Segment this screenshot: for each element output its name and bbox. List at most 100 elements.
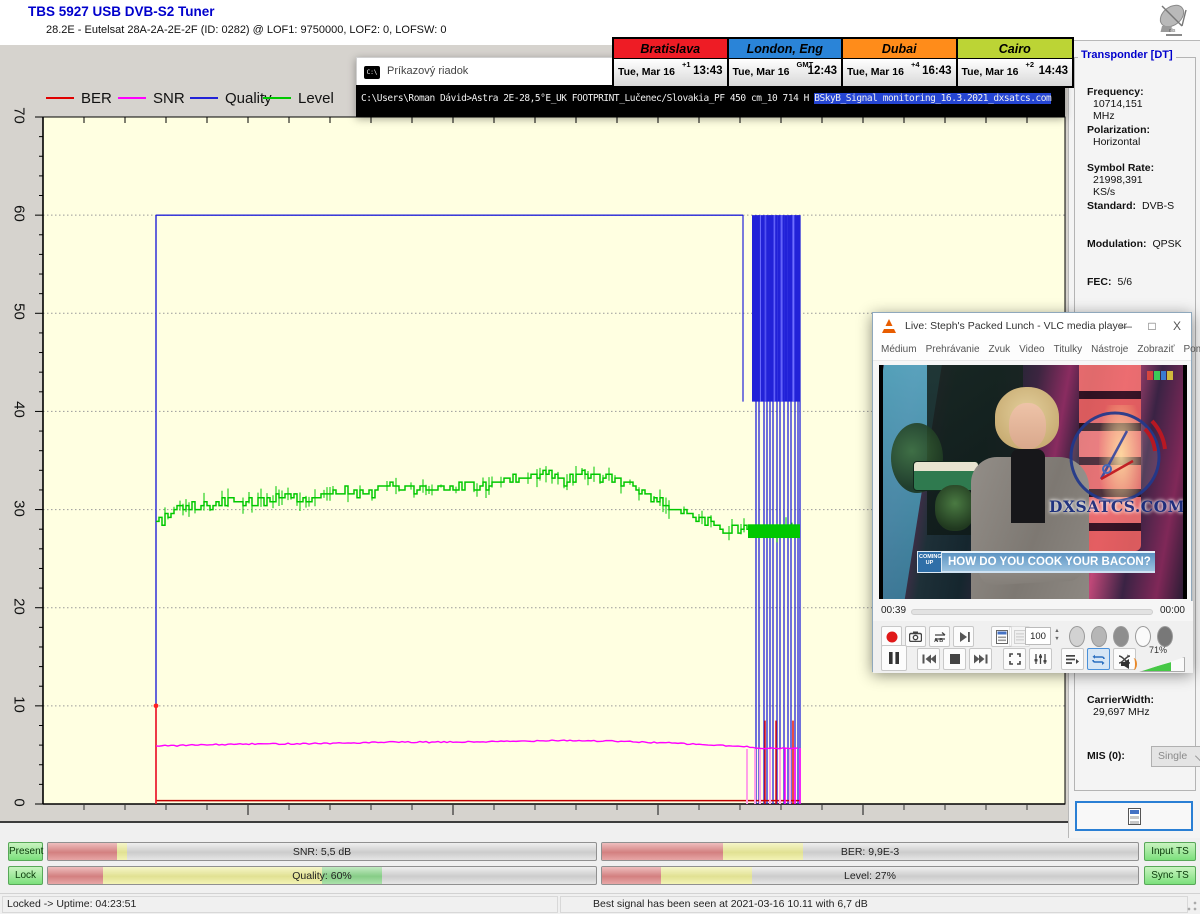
minimize-button[interactable]: — [1117, 319, 1135, 333]
extended-settings-button[interactable] [1029, 648, 1052, 670]
studio-plant [935, 485, 975, 531]
time-total: 00:00 [1160, 605, 1185, 616]
vlc-menubar: Médium Prehrávanie Zvuk Video Titulky Ná… [873, 340, 1191, 361]
menu-tools[interactable]: Nástroje [1091, 344, 1128, 355]
cmd-window-title: Príkazový riadok [387, 65, 468, 77]
field-modulation: Modulation: QPSK [1087, 238, 1200, 250]
vlc-window[interactable]: Live: Steph's Packed Lunch - VLC media p… [872, 312, 1192, 672]
svg-text:A B: A B [934, 638, 943, 643]
mis-dropdown[interactable]: Single [1151, 746, 1200, 767]
clock-city: Bratislava [614, 39, 727, 59]
cmd-console[interactable]: C:\Users\Roman Dávid>Astra 2E-28,5°E_UK … [356, 85, 1065, 117]
previous-button[interactable] [917, 648, 940, 670]
field-fec: FEC: 5/6 [1087, 276, 1200, 288]
indicator-oval-4[interactable] [1135, 626, 1151, 647]
stop-button[interactable] [943, 648, 966, 670]
clock-time: 14:43 [1039, 65, 1068, 77]
indicator-oval-1[interactable] [1069, 626, 1085, 647]
y-axis-tick-label: 40 [11, 399, 28, 421]
y-axis-tick-label: 30 [11, 497, 28, 519]
clock-date: Tue, Mar 16 [962, 66, 1019, 78]
sync-ts-indicator: Sync TS [1144, 866, 1196, 885]
field-value: 5/6 [1118, 276, 1133, 288]
maximize-button[interactable]: □ [1143, 319, 1161, 333]
menu-audio[interactable]: Zvuk [989, 344, 1011, 355]
clock-date: Tue, Mar 16 [847, 66, 904, 78]
record-button[interactable] [881, 626, 902, 647]
menu-video[interactable]: Video [1019, 344, 1044, 355]
field-frequency: Frequency: 10714,151 MHz [1087, 86, 1200, 122]
clock-london: London, Eng Tue, Mar 16 GMT 12:43 [729, 39, 844, 86]
vlc-window-title: Live: Steph's Packed Lunch - VLC media p… [905, 320, 1127, 332]
y-axis-tick-label: 20 [11, 595, 28, 617]
close-button[interactable]: X [1168, 319, 1186, 333]
clock-dubai: Dubai Tue, Mar 16 +4 16:43 [843, 39, 958, 86]
legend-label: BER [81, 90, 112, 107]
input-ts-indicator: Input TS [1144, 842, 1196, 861]
fullscreen-button[interactable] [1003, 648, 1026, 670]
zoom-spinner[interactable]: ▲▼ [1052, 627, 1062, 645]
cmd-selected-text: BSkyB_Signal monitoring_16.3.2021_dxsatc… [814, 93, 1051, 104]
field-carrier-width: CarrierWidth: 29,697 MHz [1087, 694, 1200, 718]
level-bar: Level: 27% [601, 866, 1139, 885]
bar-label: SNR: 5,5 dB [48, 843, 596, 860]
seek-slider[interactable] [911, 609, 1153, 615]
cmd-command-text: C:\Users\Roman Dávid>Astra 2E-28,5°E_UK … [361, 93, 814, 104]
presenter-turtleneck [1011, 449, 1045, 523]
y-axis-tick-label: 70 [11, 105, 28, 127]
transponder-group-label: Transponder [DT] [1078, 49, 1176, 61]
present-indicator: Present [8, 842, 43, 861]
snapshot-button[interactable] [905, 626, 926, 647]
ts-list-button[interactable] [1075, 801, 1193, 831]
y-axis-tick-label: 10 [11, 693, 28, 715]
statusbar: Locked -> Uptime: 04:23:51 Best signal h… [0, 893, 1200, 914]
loop-ab-button[interactable]: A B [929, 626, 950, 647]
indicator-oval-2[interactable] [1091, 626, 1107, 647]
indicator-oval-3[interactable] [1113, 626, 1129, 647]
next-button[interactable] [969, 648, 992, 670]
indicator-oval-5[interactable] [1157, 626, 1173, 647]
vlc-controls: A B 100 ▲▼ [873, 621, 1193, 673]
vlc-titlebar[interactable]: Live: Steph's Packed Lunch - VLC media p… [873, 313, 1191, 340]
world-clock-gadget: Bratislava Tue, Mar 16 +1 13:43 London, … [612, 37, 1074, 88]
frame-step-button[interactable] [953, 626, 974, 647]
loop-button[interactable] [1087, 648, 1110, 670]
zoom-value-box[interactable]: 100 [1025, 627, 1051, 645]
playlist-button[interactable] [1061, 648, 1084, 670]
clock-time: 12:43 [808, 65, 837, 77]
cmd-icon: C:\ [364, 66, 380, 79]
vlc-cone-icon [882, 319, 896, 333]
menu-help[interactable]: Pomocník [1183, 344, 1200, 355]
bar-label: BER: 9,9E-3 [602, 843, 1138, 860]
field-value: QPSK [1152, 238, 1181, 250]
menu-playback[interactable]: Prehrávanie [926, 344, 980, 355]
field-value: DVB-S [1142, 200, 1174, 212]
menu-medium[interactable]: Médium [881, 344, 917, 355]
quality-bar: Quality: 60% [47, 866, 597, 885]
ber-line-swatch [46, 97, 74, 99]
clock-bratislava: Bratislava Tue, Mar 16 +1 13:43 [614, 39, 729, 86]
menu-view[interactable]: Zobraziť [1137, 344, 1174, 355]
menu-subtitles[interactable]: Titulky [1054, 344, 1083, 355]
snr-bar: SNR: 5,5 dB [47, 842, 597, 861]
field-standard: Standard: DVB-S [1087, 200, 1200, 212]
app-title: TBS 5927 USB DVB-S2 Tuner [28, 4, 215, 19]
time-elapsed: 00:39 [881, 605, 906, 616]
vlc-video-area[interactable]: DXSATCS.COM COMING UP HOW DO YOU COOK YO… [879, 365, 1187, 599]
field-value: 21998,391 KS/s [1093, 174, 1155, 198]
field-label: Standard: [1087, 200, 1136, 212]
bar-label: Quality: 60% [48, 867, 596, 884]
clock-utc-offset: +1 [682, 60, 691, 69]
coming-up-tag: COMING UP [917, 551, 942, 573]
clock-utc-offset: +2 [1026, 60, 1035, 69]
ber-bar: BER: 9,9E-3 [601, 842, 1139, 861]
volume-slider[interactable] [1139, 657, 1185, 672]
list-icon [1128, 808, 1141, 825]
svg-text:dis: dis [1169, 28, 1176, 34]
speaker-waves-icon [1130, 658, 1137, 670]
resize-grip[interactable] [1186, 900, 1198, 912]
pause-button[interactable] [881, 645, 907, 671]
channel-logo [1147, 371, 1173, 380]
clock-city: Cairo [958, 39, 1073, 59]
clock-city: Dubai [843, 39, 956, 59]
